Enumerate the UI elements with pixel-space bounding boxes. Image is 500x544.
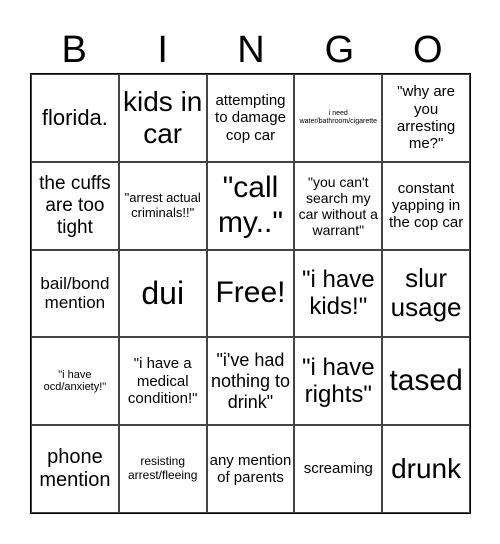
bingo-cell[interactable]: "arrest actual criminals!!" <box>118 161 207 250</box>
bingo-cell[interactable]: tased <box>382 337 470 426</box>
bingo-cell[interactable]: dui <box>118 249 207 338</box>
bingo-cell[interactable]: any mention of parents <box>206 425 295 513</box>
bingo-cell[interactable]: "i have rights" <box>294 337 383 426</box>
header-letter: O <box>413 29 443 71</box>
bingo-header: B I N G O <box>30 28 472 72</box>
bingo-cell[interactable]: slur usage <box>382 249 470 338</box>
bingo-cell[interactable]: "call my.." <box>206 161 295 250</box>
bingo-cell[interactable]: "i have ocd/anxiety!" <box>31 337 119 426</box>
bingo-cell[interactable]: drunk <box>382 425 470 513</box>
bingo-cell[interactable]: bail/bond mention <box>31 249 119 338</box>
bingo-cell[interactable]: florida. <box>31 74 119 162</box>
bingo-cell[interactable]: "why are you arresting me?" <box>382 74 470 162</box>
bingo-cell[interactable]: "i have kids!" <box>294 249 383 338</box>
bingo-cell[interactable]: phone mention <box>31 425 119 513</box>
header-letter: B <box>61 29 87 71</box>
bingo-cell[interactable]: resisting arrest/fleeing <box>118 425 207 513</box>
header-letter: N <box>237 29 265 71</box>
header-letter: I <box>157 29 168 71</box>
bingo-cell[interactable]: i need water/bathroom/cigarette <box>294 74 383 162</box>
bingo-cell[interactable]: "i've had nothing to drink" <box>206 337 295 426</box>
bingo-cell[interactable]: Free! <box>206 249 295 338</box>
header-letter: G <box>324 29 355 71</box>
bingo-cell[interactable]: the cuffs are too tight <box>31 161 119 250</box>
bingo-cell[interactable]: "you can't search my car without a warra… <box>294 161 383 250</box>
bingo-cell[interactable]: "i have a medical condition!" <box>118 337 207 426</box>
bingo-grid: florida. kids in car attempting to damage … <box>30 73 471 514</box>
bingo-cell[interactable]: attempting to damage cop car <box>206 74 295 162</box>
bingo-cell[interactable]: kids in car <box>118 74 207 162</box>
bingo-cell[interactable]: constant yapping in the cop car <box>382 161 470 250</box>
bingo-cell[interactable]: screaming <box>294 425 383 513</box>
